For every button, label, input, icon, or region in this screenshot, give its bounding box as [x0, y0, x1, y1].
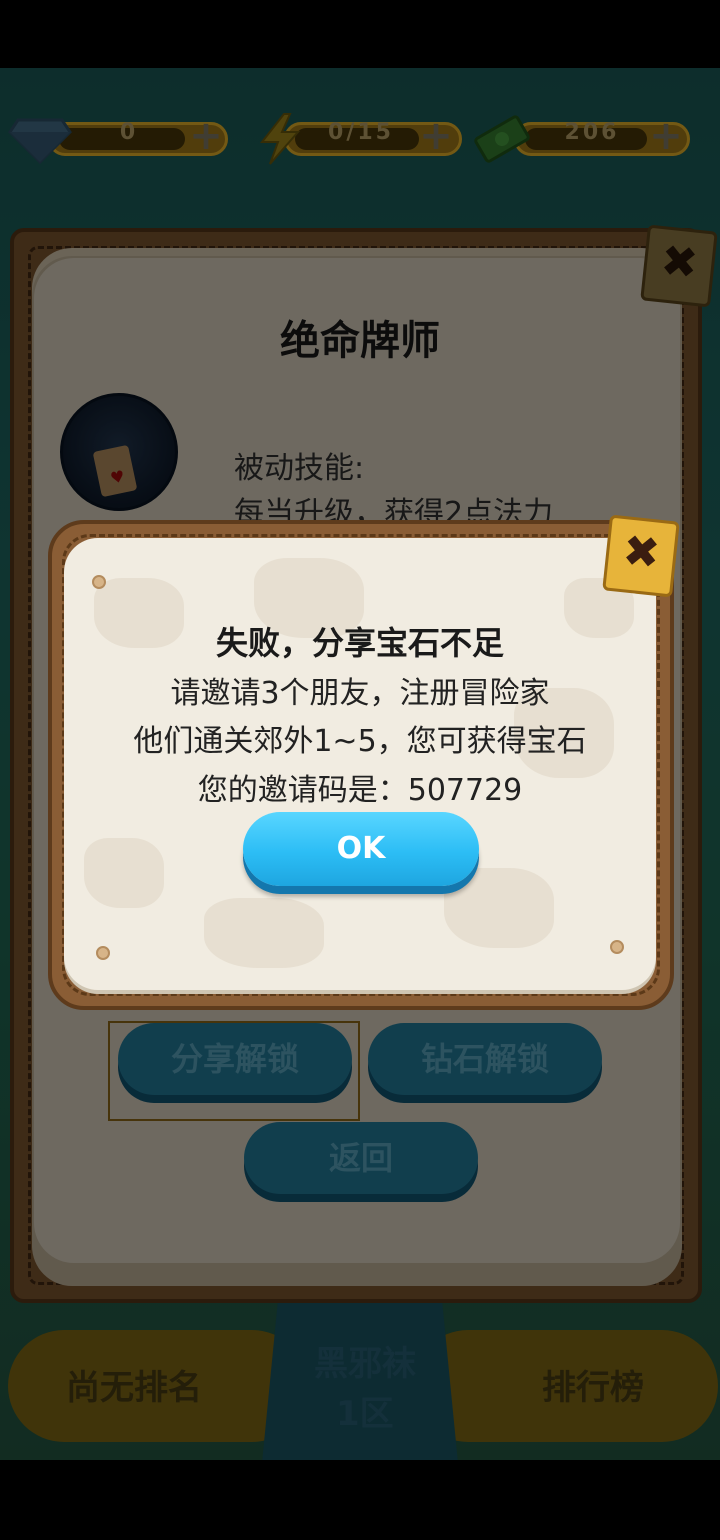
dialog-line-3: 您的邀请码是：507729: [197, 773, 523, 808]
system-nav-bar: [0, 1460, 720, 1540]
dialog-close-button[interactable]: ✖: [602, 514, 680, 598]
close-icon: ✖: [620, 525, 663, 580]
dialog-line-1: 请邀请3个朋友，注册冒险家: [170, 676, 550, 711]
dialog-panel: [64, 538, 656, 990]
rivet: [96, 946, 110, 960]
rivet: [610, 940, 624, 954]
ok-button[interactable]: OK: [243, 812, 479, 886]
rivet: [92, 575, 106, 589]
dialog-line-2: 他们通关郊外1~5，您可获得宝石: [133, 724, 587, 759]
dialog-title: 失败，分享宝石不足: [215, 624, 504, 662]
